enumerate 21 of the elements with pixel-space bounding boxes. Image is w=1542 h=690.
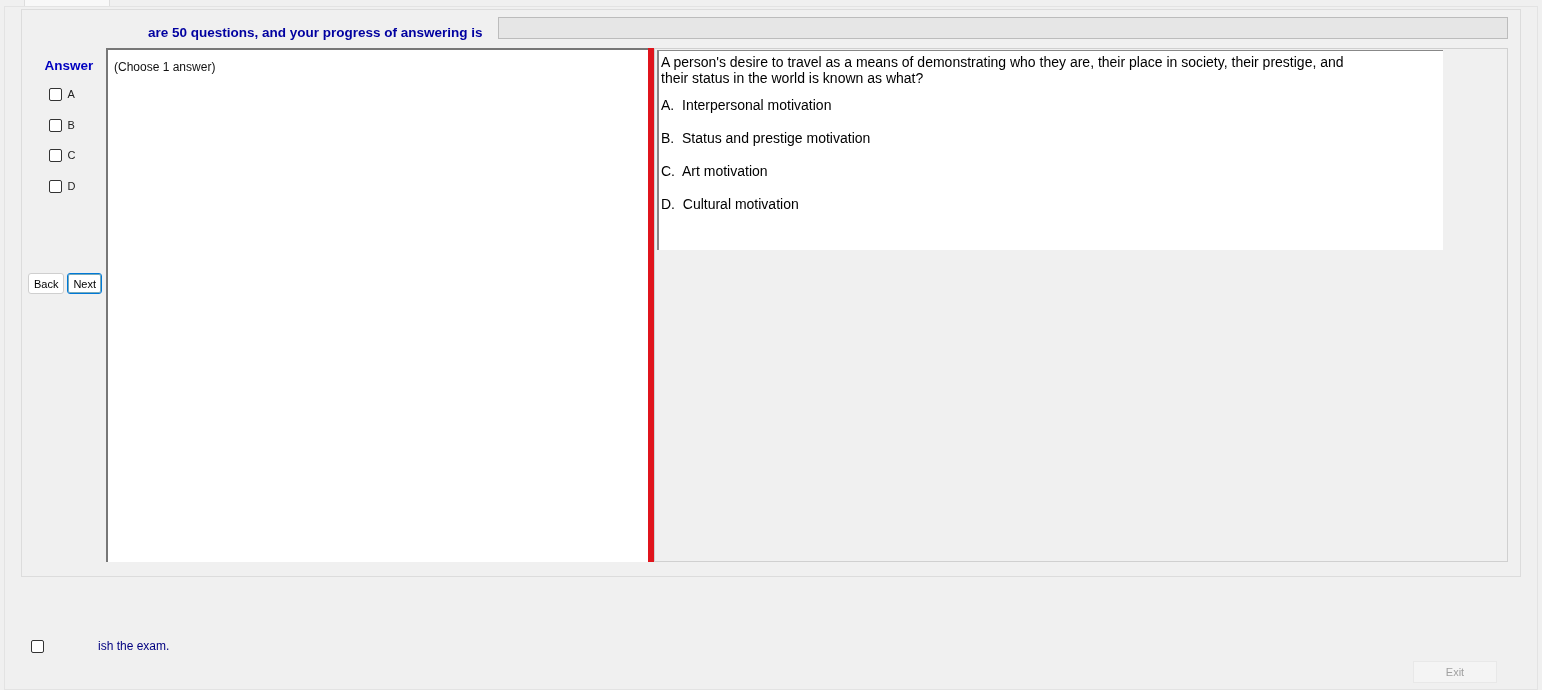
choice-text: A. Interpersonal motivation — [661, 96, 833, 114]
option-checkbox[interactable] — [48, 118, 62, 132]
option-checkbox[interactable] — [48, 88, 62, 101]
finish-checkbox[interactable] — [31, 639, 44, 653]
option-checkbox[interactable] — [48, 179, 62, 193]
answer-hint: (Choose 1 answer) — [114, 60, 216, 74]
choice-text: B. Status and prestige motivation — [661, 129, 872, 147]
answer-heading: Answer — [44, 57, 94, 75]
finish-label[interactable]: ish the exam. — [98, 637, 170, 655]
question-text: A person's desire to travel as a means of demonstrating who they are, their place in society, their prestige, and their status in the world is known as what? — [661, 54, 1345, 86]
answer-field[interactable]: (Choose 1 answer) — [106, 48, 648, 562]
option-checkbox[interactable] — [48, 149, 62, 162]
nav-button[interactable]: Back — [27, 273, 65, 295]
option-label[interactable]: A — [67, 86, 75, 103]
nav-button[interactable]: Next — [67, 273, 103, 295]
choice-text: C. Art motivation — [661, 162, 769, 180]
option-label[interactable]: D — [67, 177, 76, 195]
progress-caption: are 50 questions, and your progress of answering is — [148, 23, 483, 42]
choice-text: D. Cultural motivation — [661, 195, 800, 213]
option-label[interactable]: C — [67, 147, 76, 164]
option-label[interactable]: B — [67, 116, 75, 134]
